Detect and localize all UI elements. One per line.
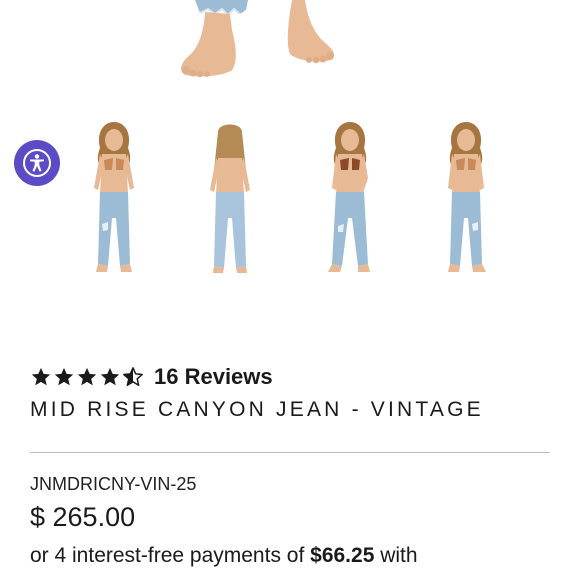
- product-price: $ 265.00: [30, 502, 136, 532]
- reviews-link[interactable]: 16 Reviews: [154, 364, 273, 390]
- star-full-icon: [31, 367, 51, 386]
- star-half-icon: [123, 367, 143, 386]
- star-rating[interactable]: [30, 366, 144, 388]
- installment-amount: $66.25: [310, 544, 375, 567]
- thumbnail-gallery: [0, 118, 580, 288]
- thumbnail-back[interactable]: [192, 118, 268, 288]
- rating-row: 16 Reviews: [30, 362, 273, 392]
- thumbnail-front[interactable]: [76, 118, 152, 288]
- star-full-icon: [77, 367, 97, 386]
- installment-info: or 4 interest-free payments of $66.25 wi…: [30, 544, 418, 568]
- accessibility-icon: [23, 149, 51, 177]
- installment-prefix: or 4 interest-free payments of: [30, 544, 305, 567]
- thumbnail-front-angle[interactable]: [312, 118, 388, 288]
- divider: [30, 452, 550, 453]
- product-main-image[interactable]: [0, 0, 580, 100]
- thumbnail-side[interactable]: [428, 118, 504, 288]
- installment-suffix: with: [380, 544, 418, 567]
- star-full-icon: [54, 367, 74, 386]
- accessibility-button[interactable]: [14, 140, 60, 186]
- product-title: MID RISE CANYON JEAN - VINTAGE: [30, 398, 484, 421]
- product-sku: JNMDRICNY-VIN-25: [30, 474, 197, 494]
- star-full-icon: [100, 367, 120, 386]
